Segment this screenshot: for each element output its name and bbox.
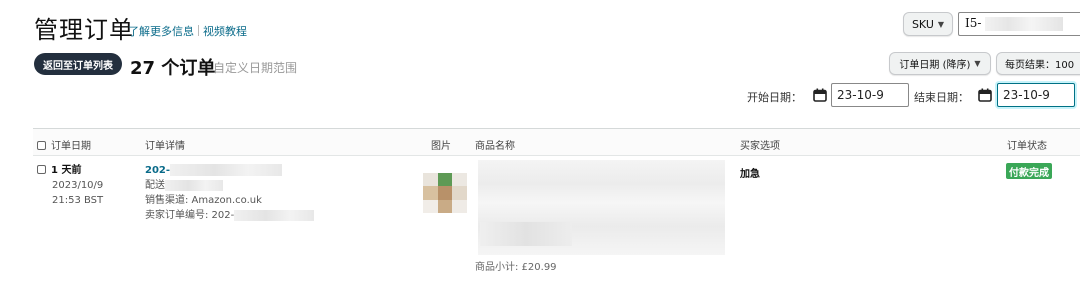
col-order-date: 订单日期 [37, 137, 91, 152]
calendar-icon[interactable] [813, 88, 827, 102]
order-count: 27 个订单 [130, 58, 216, 79]
learn-more-link[interactable]: 了解更多信息 [128, 23, 194, 39]
back-to-order-list-button[interactable]: 返回至订单列表 [34, 53, 122, 75]
item-subtotal: 商品小计: £20.99 [475, 262, 557, 273]
search-input-value: I5- [965, 16, 982, 30]
col-product-name: 商品名称 [475, 141, 515, 152]
order-date-cell: 1 天前 2023/10/9 21:53 BST [37, 163, 103, 208]
search-input[interactable]: I5- [958, 12, 1080, 36]
start-date-label: 开始日期： [747, 91, 802, 104]
redacted-text [985, 16, 1064, 31]
results-per-page-select[interactable]: 每页结果：100 [996, 52, 1080, 75]
delivery-info: 配送 [145, 180, 165, 191]
select-all-checkbox[interactable] [37, 141, 46, 150]
col-buyer-options: 买家选项 [740, 141, 780, 152]
redacted-text [165, 179, 223, 191]
end-date-input[interactable]: 23-10-9 [997, 83, 1075, 107]
end-date-label: 结束日期： [914, 91, 969, 104]
date-range-label: 自定义日期范围 [213, 61, 298, 75]
chevron-down-icon: ▼ [974, 59, 981, 68]
product-thumbnail[interactable] [423, 173, 467, 213]
chevron-down-icon: ▼ [937, 19, 945, 29]
orders-table-header: 订单日期 订单详情 图片 商品名称 买家选项 订单状态 [33, 128, 1080, 156]
product-name-redacted [480, 222, 572, 246]
col-image: 图片 [431, 141, 451, 152]
header-links: 了解更多信息 视频教程 [128, 23, 247, 39]
link-divider [198, 25, 199, 36]
results-per-page-label: 每页结果：100 [1005, 60, 1075, 71]
status-badge: 付款完成 [1006, 163, 1052, 179]
col-order-status: 订单状态 [1007, 141, 1047, 152]
video-tutorial-link[interactable]: 视频教程 [203, 23, 247, 39]
buyer-option-urgent: 加急 [740, 169, 760, 180]
order-time: 21:53 BST [52, 195, 104, 206]
row-checkbox[interactable] [37, 165, 46, 174]
order-id-link[interactable]: 202- [145, 165, 170, 176]
sales-channel: 销售渠道: Amazon.co.uk [145, 195, 262, 206]
order-details-cell: 202- 配送 销售渠道: Amazon.co.uk 卖家订单编号: 202- [145, 163, 315, 223]
page-title: 管理订单 [34, 16, 134, 44]
seller-order-number: 卖家订单编号: 202- [145, 210, 235, 221]
calendar-icon[interactable] [978, 88, 992, 102]
redacted-text [170, 164, 283, 176]
sort-select[interactable]: 订单日期 (降序) ▼ [889, 52, 991, 75]
start-date-input[interactable]: 23-10-9 [831, 83, 909, 107]
relative-date: 1 天前 [51, 165, 82, 176]
sort-select-label: 订单日期 (降序) [899, 60, 971, 71]
search-field-select[interactable]: SKU ▼ [903, 12, 953, 36]
search-field-label: SKU [911, 17, 934, 31]
redacted-text [234, 209, 315, 221]
order-date: 2023/10/9 [52, 180, 104, 191]
col-order-details: 订单详情 [145, 141, 185, 152]
